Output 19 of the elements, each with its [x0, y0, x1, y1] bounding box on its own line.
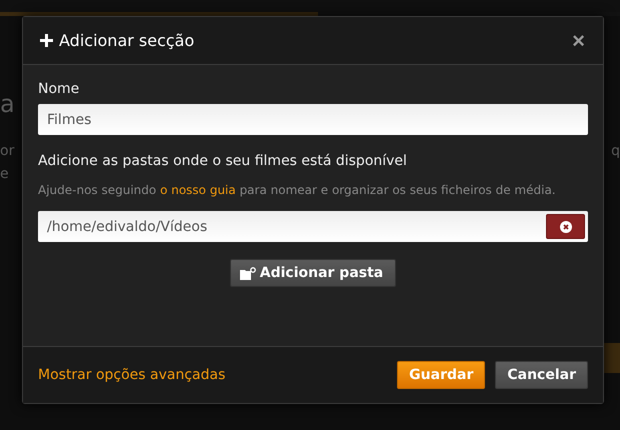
background-text: e [0, 166, 9, 182]
background-text: q [611, 143, 620, 159]
dialog-title: Adicionar secção [59, 31, 194, 50]
folder-icon [240, 266, 256, 280]
field-label: Nome [38, 81, 80, 97]
remove-icon [560, 220, 572, 232]
remove-button[interactable] [546, 214, 585, 239]
background-text: a [0, 90, 15, 118]
close-button[interactable]: × [572, 30, 585, 52]
section-heading: Adicione as pastas onde o seu filmes está disponível [38, 153, 408, 169]
help-text: Ajude-nos seguindo o nosso guia para nomear e organizar os seus ficheiros de média. [38, 182, 557, 199]
background-text: or [0, 143, 14, 159]
plus-icon [40, 34, 53, 47]
add-folder-button[interactable]: Adicionar pasta [230, 259, 396, 287]
guide-link[interactable]: o nosso guia [160, 183, 236, 197]
name-field[interactable]: Filmes [38, 104, 588, 135]
folder-field[interactable]: /home/edivaldo/Vídeos [38, 211, 588, 242]
cancel-button[interactable]: Cancelar [495, 361, 588, 389]
advanced-options-link[interactable]: Mostrar opções avançadas [38, 367, 226, 383]
